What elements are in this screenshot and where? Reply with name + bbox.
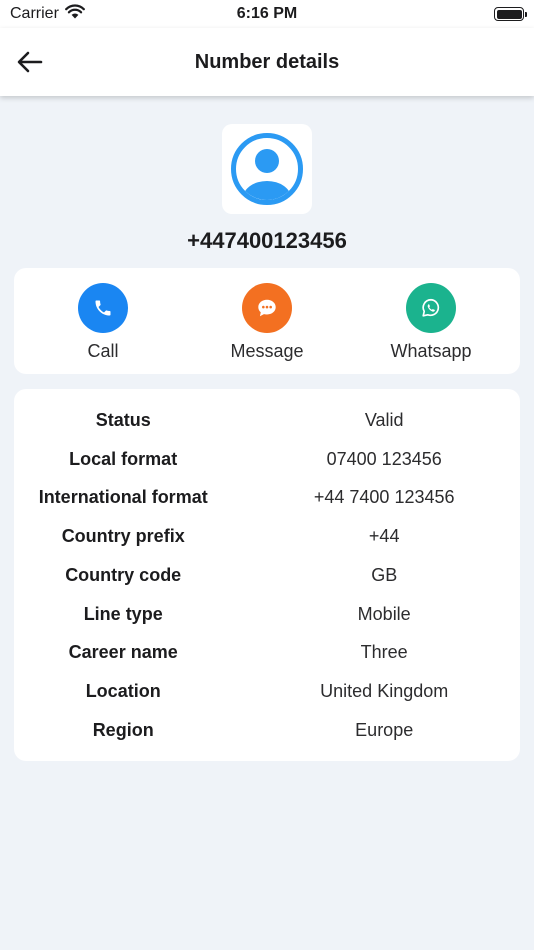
user-avatar-icon	[231, 133, 303, 205]
message-button[interactable]: Message	[202, 283, 332, 362]
detail-row-location: Location United Kingdom	[14, 672, 520, 711]
call-label: Call	[87, 341, 119, 361]
page-title: Number details	[194, 50, 340, 73]
detail-row-region: Region Europe	[14, 711, 520, 750]
avatar	[222, 124, 312, 214]
phone-icon	[95, 300, 111, 316]
phone-number: +447400123456	[187, 228, 347, 253]
status-left: Carrier	[10, 4, 85, 24]
call-circle	[78, 283, 128, 333]
detail-row-line-type: Line type Mobile	[14, 595, 520, 634]
detail-row-career-name: Career name Three	[14, 634, 520, 673]
actions-card: Call Message Whatsapp	[14, 268, 520, 374]
battery-level	[496, 9, 522, 19]
detail-row-country-prefix: Country prefix +44	[14, 517, 520, 556]
details-card: Status Valid Local format 07400 123456 I…	[14, 389, 520, 761]
detail-label: Location	[85, 681, 161, 702]
detail-value: +44 7400 123456	[313, 487, 455, 508]
detail-row-status: Status Valid	[14, 401, 520, 440]
message-label: Message	[230, 341, 304, 361]
detail-value: United Kingdom	[320, 681, 449, 702]
carrier-label: Carrier	[10, 5, 59, 22]
status-bar: Carrier 6:16 PM	[0, 0, 534, 28]
message-icon	[258, 299, 276, 317]
detail-value: Europe	[355, 719, 414, 740]
battery-icon	[494, 7, 527, 21]
nav-bar: Number details	[0, 28, 534, 96]
detail-value: GB	[371, 564, 398, 585]
detail-row-international-format: International format +44 7400 123456	[14, 479, 520, 518]
detail-value: Three	[360, 642, 408, 663]
call-button[interactable]: Call	[38, 283, 168, 362]
detail-label: Line type	[83, 603, 163, 624]
back-button[interactable]	[16, 48, 44, 76]
detail-row-country-code: Country code GB	[14, 556, 520, 595]
detail-label: Region	[92, 719, 154, 740]
detail-value: Mobile	[357, 603, 411, 624]
detail-label: Career name	[68, 642, 178, 663]
whatsapp-button[interactable]: Whatsapp	[366, 283, 496, 362]
message-circle	[242, 283, 292, 333]
detail-label: International format	[38, 487, 208, 508]
detail-value: 07400 123456	[326, 448, 442, 469]
detail-row-local-format: Local format 07400 123456	[14, 440, 520, 479]
whatsapp-circle	[406, 283, 456, 333]
detail-value: Valid	[364, 409, 404, 430]
detail-label: Status	[95, 409, 151, 430]
detail-label: Country prefix	[61, 526, 185, 547]
wifi-icon	[64, 4, 85, 24]
detail-label: Country code	[65, 564, 182, 585]
whatsapp-icon	[422, 298, 440, 317]
whatsapp-label: Whatsapp	[390, 341, 472, 361]
detail-label: Local format	[69, 448, 178, 469]
detail-value: +44	[368, 526, 400, 547]
back-arrow-icon	[17, 51, 43, 73]
